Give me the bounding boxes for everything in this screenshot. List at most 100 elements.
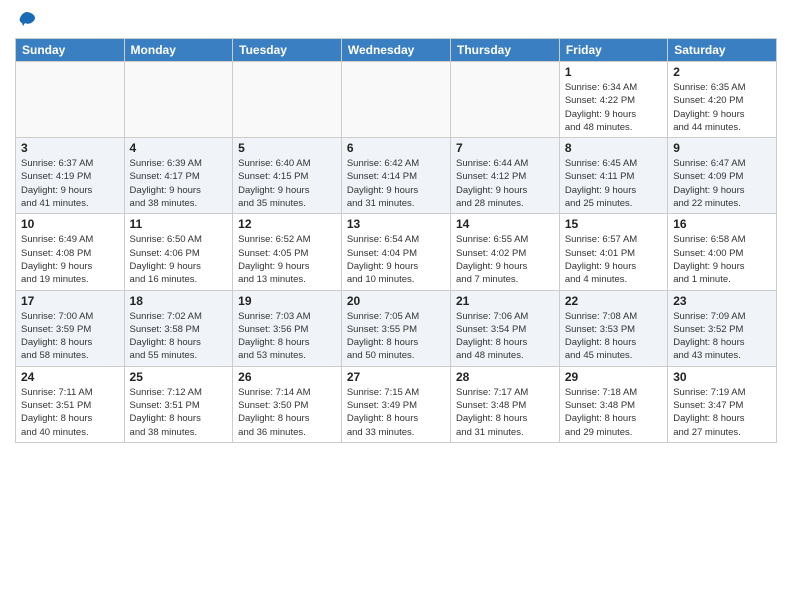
day-number: 1 (565, 65, 662, 79)
day-info: Sunrise: 6:52 AM Sunset: 4:05 PM Dayligh… (238, 233, 336, 286)
day-number: 24 (21, 370, 119, 384)
day-info: Sunrise: 6:55 AM Sunset: 4:02 PM Dayligh… (456, 233, 554, 286)
day-number: 23 (673, 294, 771, 308)
day-info: Sunrise: 6:45 AM Sunset: 4:11 PM Dayligh… (565, 157, 662, 210)
day-info: Sunrise: 7:05 AM Sunset: 3:55 PM Dayligh… (347, 310, 445, 363)
calendar-table: SundayMondayTuesdayWednesdayThursdayFrid… (15, 38, 777, 443)
calendar-cell: 4 Sunrise: 6:39 AM Sunset: 4:17 PM Daylig… (124, 138, 233, 214)
day-number: 5 (238, 141, 336, 155)
calendar-cell: 27 Sunrise: 7:15 AM Sunset: 3:49 PM Dayli… (341, 366, 450, 442)
day-number: 16 (673, 217, 771, 231)
calendar-cell: 10 Sunrise: 6:49 AM Sunset: 4:08 PM Dayli… (16, 214, 125, 290)
day-info: Sunrise: 6:35 AM Sunset: 4:20 PM Dayligh… (673, 81, 771, 134)
calendar-cell: 1 Sunrise: 6:34 AM Sunset: 4:22 PM Daylig… (559, 62, 667, 138)
day-info: Sunrise: 6:57 AM Sunset: 4:01 PM Dayligh… (565, 233, 662, 286)
calendar-cell: 6 Sunrise: 6:42 AM Sunset: 4:14 PM Daylig… (341, 138, 450, 214)
day-number: 13 (347, 217, 445, 231)
day-number: 15 (565, 217, 662, 231)
calendar-cell (233, 62, 342, 138)
day-number: 19 (238, 294, 336, 308)
day-header-monday: Monday (124, 39, 233, 62)
calendar-cell: 13 Sunrise: 6:54 AM Sunset: 4:04 PM Dayli… (341, 214, 450, 290)
day-info: Sunrise: 6:58 AM Sunset: 4:00 PM Dayligh… (673, 233, 771, 286)
calendar-cell: 21 Sunrise: 7:06 AM Sunset: 3:54 PM Dayli… (451, 290, 560, 366)
calendar-cell: 8 Sunrise: 6:45 AM Sunset: 4:11 PM Daylig… (559, 138, 667, 214)
day-number: 27 (347, 370, 445, 384)
day-number: 28 (456, 370, 554, 384)
day-number: 21 (456, 294, 554, 308)
calendar-header-row: SundayMondayTuesdayWednesdayThursdayFrid… (16, 39, 777, 62)
calendar-cell (16, 62, 125, 138)
day-number: 4 (130, 141, 228, 155)
day-info: Sunrise: 7:08 AM Sunset: 3:53 PM Dayligh… (565, 310, 662, 363)
day-number: 12 (238, 217, 336, 231)
day-info: Sunrise: 7:06 AM Sunset: 3:54 PM Dayligh… (456, 310, 554, 363)
calendar-cell: 29Sunrise: 7:18 AM Sunset: 3:48 PM Dayli… (559, 366, 667, 442)
day-info: Sunrise: 6:37 AM Sunset: 4:19 PM Dayligh… (21, 157, 119, 210)
calendar-cell: 22 Sunrise: 7:08 AM Sunset: 3:53 PM Dayli… (559, 290, 667, 366)
day-number: 30 (673, 370, 771, 384)
calendar-cell: 7Sunrise: 6:44 AM Sunset: 4:12 PM Daylig… (451, 138, 560, 214)
calendar-cell: 30Sunrise: 7:19 AM Sunset: 3:47 PM Dayli… (668, 366, 777, 442)
day-info: Sunrise: 7:15 AM Sunset: 3:49 PM Dayligh… (347, 386, 445, 439)
day-number: 3 (21, 141, 119, 155)
day-info: Sunrise: 7:17 AM Sunset: 3:48 PM Dayligh… (456, 386, 554, 439)
calendar-cell: 20 Sunrise: 7:05 AM Sunset: 3:55 PM Dayli… (341, 290, 450, 366)
day-info: Sunrise: 7:11 AM Sunset: 3:51 PM Dayligh… (21, 386, 119, 439)
logo-bird-icon (17, 10, 37, 30)
calendar-cell: 17 Sunrise: 7:00 AM Sunset: 3:59 PM Dayli… (16, 290, 125, 366)
day-number: 26 (238, 370, 336, 384)
calendar-cell: 25 Sunrise: 7:12 AM Sunset: 3:51 PM Dayli… (124, 366, 233, 442)
day-header-friday: Friday (559, 39, 667, 62)
page-header (15, 10, 777, 30)
calendar-cell (124, 62, 233, 138)
day-info: Sunrise: 6:50 AM Sunset: 4:06 PM Dayligh… (130, 233, 228, 286)
day-header-wednesday: Wednesday (341, 39, 450, 62)
calendar-cell: 5 Sunrise: 6:40 AM Sunset: 4:15 PM Daylig… (233, 138, 342, 214)
day-number: 29 (565, 370, 662, 384)
calendar-cell: 15 Sunrise: 6:57 AM Sunset: 4:01 PM Dayli… (559, 214, 667, 290)
logo (15, 10, 37, 30)
day-number: 2 (673, 65, 771, 79)
calendar-cell: 11 Sunrise: 6:50 AM Sunset: 4:06 PM Dayli… (124, 214, 233, 290)
day-number: 7 (456, 141, 554, 155)
day-info: Sunrise: 7:09 AM Sunset: 3:52 PM Dayligh… (673, 310, 771, 363)
calendar-week-row: 10 Sunrise: 6:49 AM Sunset: 4:08 PM Dayli… (16, 214, 777, 290)
day-info: Sunrise: 7:02 AM Sunset: 3:58 PM Dayligh… (130, 310, 228, 363)
calendar-cell: 19 Sunrise: 7:03 AM Sunset: 3:56 PM Dayli… (233, 290, 342, 366)
day-header-sunday: Sunday (16, 39, 125, 62)
day-info: Sunrise: 7:00 AM Sunset: 3:59 PM Dayligh… (21, 310, 119, 363)
day-info: Sunrise: 6:47 AM Sunset: 4:09 PM Dayligh… (673, 157, 771, 210)
calendar-cell (451, 62, 560, 138)
day-info: Sunrise: 7:03 AM Sunset: 3:56 PM Dayligh… (238, 310, 336, 363)
day-info: Sunrise: 7:12 AM Sunset: 3:51 PM Dayligh… (130, 386, 228, 439)
day-number: 17 (21, 294, 119, 308)
day-number: 14 (456, 217, 554, 231)
day-info: Sunrise: 6:39 AM Sunset: 4:17 PM Dayligh… (130, 157, 228, 210)
calendar-cell (341, 62, 450, 138)
day-info: Sunrise: 6:54 AM Sunset: 4:04 PM Dayligh… (347, 233, 445, 286)
day-info: Sunrise: 6:40 AM Sunset: 4:15 PM Dayligh… (238, 157, 336, 210)
calendar-week-row: 24 Sunrise: 7:11 AM Sunset: 3:51 PM Dayli… (16, 366, 777, 442)
calendar-week-row: 17 Sunrise: 7:00 AM Sunset: 3:59 PM Dayli… (16, 290, 777, 366)
day-number: 11 (130, 217, 228, 231)
day-number: 25 (130, 370, 228, 384)
day-number: 8 (565, 141, 662, 155)
day-info: Sunrise: 7:14 AM Sunset: 3:50 PM Dayligh… (238, 386, 336, 439)
calendar-cell: 2 Sunrise: 6:35 AM Sunset: 4:20 PM Daylig… (668, 62, 777, 138)
day-info: Sunrise: 6:42 AM Sunset: 4:14 PM Dayligh… (347, 157, 445, 210)
day-number: 18 (130, 294, 228, 308)
day-header-thursday: Thursday (451, 39, 560, 62)
day-number: 10 (21, 217, 119, 231)
day-info: Sunrise: 6:34 AM Sunset: 4:22 PM Dayligh… (565, 81, 662, 134)
calendar-week-row: 1 Sunrise: 6:34 AM Sunset: 4:22 PM Daylig… (16, 62, 777, 138)
day-info: Sunrise: 6:49 AM Sunset: 4:08 PM Dayligh… (21, 233, 119, 286)
page-container: SundayMondayTuesdayWednesdayThursdayFrid… (0, 0, 792, 448)
calendar-cell: 14 Sunrise: 6:55 AM Sunset: 4:02 PM Dayli… (451, 214, 560, 290)
day-number: 6 (347, 141, 445, 155)
day-header-saturday: Saturday (668, 39, 777, 62)
day-number: 20 (347, 294, 445, 308)
calendar-cell: 24 Sunrise: 7:11 AM Sunset: 3:51 PM Dayli… (16, 366, 125, 442)
calendar-cell: 18 Sunrise: 7:02 AM Sunset: 3:58 PM Dayli… (124, 290, 233, 366)
day-number: 22 (565, 294, 662, 308)
